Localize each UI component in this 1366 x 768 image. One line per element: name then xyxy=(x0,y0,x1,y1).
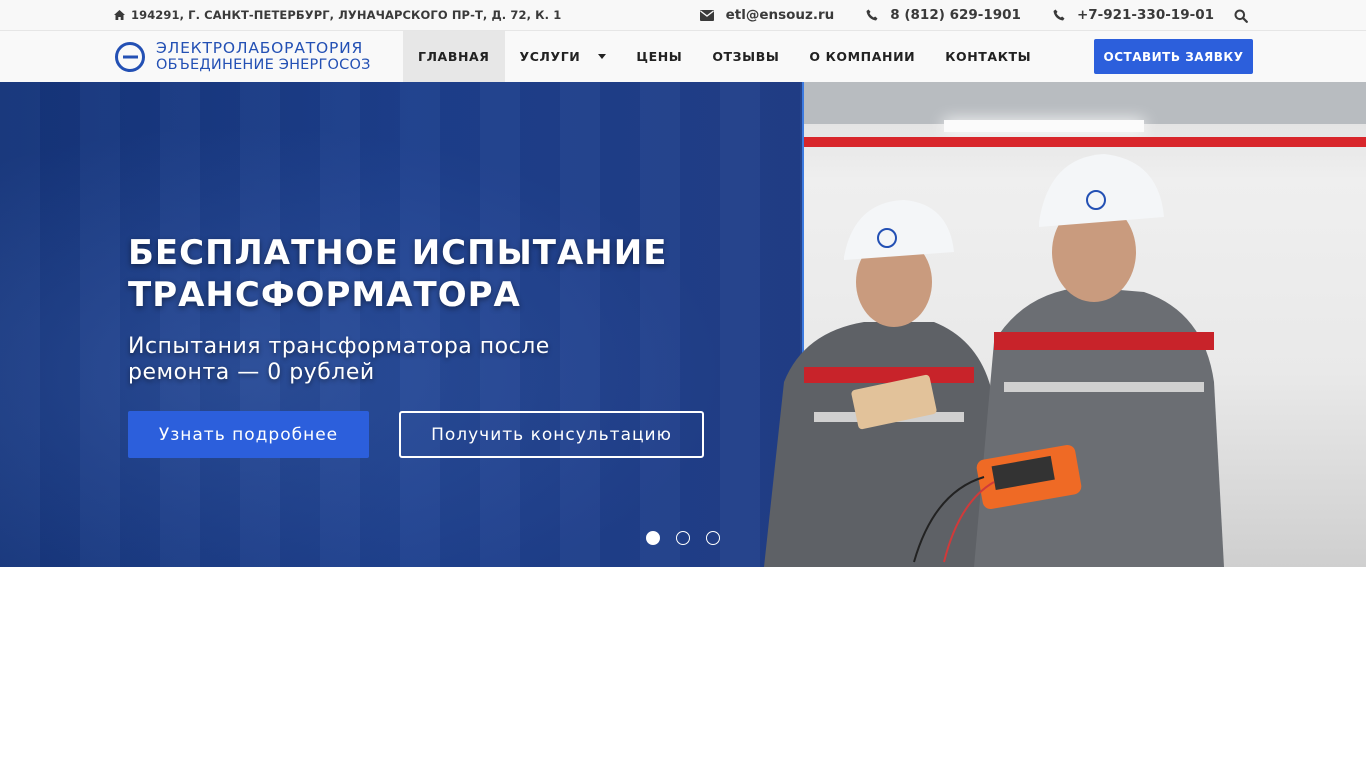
learn-more-button[interactable]: Узнать подробнее xyxy=(128,411,369,458)
workers-illustration xyxy=(764,154,1224,567)
nav-item-services[interactable]: УСЛУГИ xyxy=(505,31,622,82)
get-consultation-button[interactable]: Получить консультацию xyxy=(399,411,704,458)
slider-dot-2[interactable] xyxy=(676,531,690,545)
nav-item-home[interactable]: ГЛАВНАЯ xyxy=(403,31,505,82)
logo-text: ЭЛЕКТРОЛАБОРАТОРИЯ ОБЪЕДИНЕНИЕ ЭНЕРГОСОЗ xyxy=(156,40,371,74)
caret-down-icon xyxy=(598,54,607,59)
logo-line-1: ЭЛЕКТРОЛАБОРАТОРИЯ xyxy=(156,39,364,57)
address-text: 194291, Г. САНКТ-ПЕТЕРБУРГ, ЛУНАЧАРСКОГО… xyxy=(131,8,562,22)
nav-item-label: О КОМПАНИИ xyxy=(809,49,916,64)
logo-mark-icon xyxy=(115,42,145,72)
email-text: etl@ensouz.ru xyxy=(725,7,835,23)
hero-subtitle: Испытания трансформатора после ремонта —… xyxy=(128,334,550,385)
top-info-bar: 194291, Г. САНКТ-ПЕТЕРБУРГ, ЛУНАЧАРСКОГО… xyxy=(0,0,1366,31)
address: 194291, Г. САНКТ-ПЕТЕРБУРГ, ЛУНАЧАРСКОГО… xyxy=(114,8,561,22)
search-icon xyxy=(1234,9,1248,23)
phone-link-2[interactable]: +7-921-330-19-01 xyxy=(1053,7,1214,23)
nav-item-prices[interactable]: ЦЕНЫ xyxy=(621,31,697,82)
nav-item-label: ЦЕНЫ xyxy=(636,49,683,64)
phone-icon xyxy=(1053,9,1065,21)
contacts: etl@ensouz.ru 8 (812) 629-1901 +7-921-33… xyxy=(699,7,1214,23)
logo[interactable]: ЭЛЕКТРОЛАБОРАТОРИЯ ОБЪЕДИНЕНИЕ ЭНЕРГОСОЗ xyxy=(114,40,374,74)
search-button[interactable] xyxy=(1234,8,1248,23)
phone-text-2: +7-921-330-19-01 xyxy=(1076,7,1214,23)
nav-item-contacts[interactable]: КОНТАКТЫ xyxy=(930,31,1046,82)
nav-item-reviews[interactable]: ОТЗЫВЫ xyxy=(697,31,794,82)
nav-item-label: ГЛАВНАЯ xyxy=(418,49,490,64)
hero-slider: БЕСПЛАТНОЕ ИСПЫТАНИЕ ТРАНСФОРМАТОРА Испы… xyxy=(0,82,1366,567)
hero-background xyxy=(0,82,810,567)
slider-dot-3[interactable] xyxy=(706,531,720,545)
home-icon xyxy=(114,10,125,20)
email-link[interactable]: etl@ensouz.ru xyxy=(699,7,835,23)
nav-item-label: ОТЗЫВЫ xyxy=(712,49,780,64)
leave-request-button[interactable]: ОСТАВИТЬ ЗАЯВКУ xyxy=(1094,39,1253,74)
nav-item-label: КОНТАКТЫ xyxy=(945,49,1032,64)
nav-item-label: УСЛУГИ xyxy=(519,49,581,64)
slider-dot-1[interactable] xyxy=(646,531,660,545)
hero-photo xyxy=(764,82,1366,567)
nav-item-about[interactable]: О КОМПАНИИ xyxy=(794,31,930,82)
main-header: ЭЛЕКТРОЛАБОРАТОРИЯ ОБЪЕДИНЕНИЕ ЭНЕРГОСОЗ… xyxy=(0,31,1366,82)
hero-title: БЕСПЛАТНОЕ ИСПЫТАНИЕ ТРАНСФОРМАТОРА xyxy=(128,232,688,316)
phone-icon xyxy=(866,9,878,21)
slider-dots xyxy=(646,531,720,545)
envelope-icon xyxy=(699,9,714,21)
hero-title-line-2: ТРАНСФОРМАТОРА xyxy=(128,275,521,315)
hero-title-line-1: БЕСПЛАТНОЕ ИСПЫТАНИЕ xyxy=(128,233,668,273)
main-nav: ГЛАВНАЯ УСЛУГИ ЦЕНЫ ОТЗЫВЫ О КОМПАНИИ КО… xyxy=(403,31,1046,82)
phone-link-1[interactable]: 8 (812) 629-1901 xyxy=(866,7,1021,23)
logo-line-2: ОБЪЕДИНЕНИЕ ЭНЕРГОСОЗ xyxy=(156,57,371,73)
phone-text-1: 8 (812) 629-1901 xyxy=(890,7,1021,23)
